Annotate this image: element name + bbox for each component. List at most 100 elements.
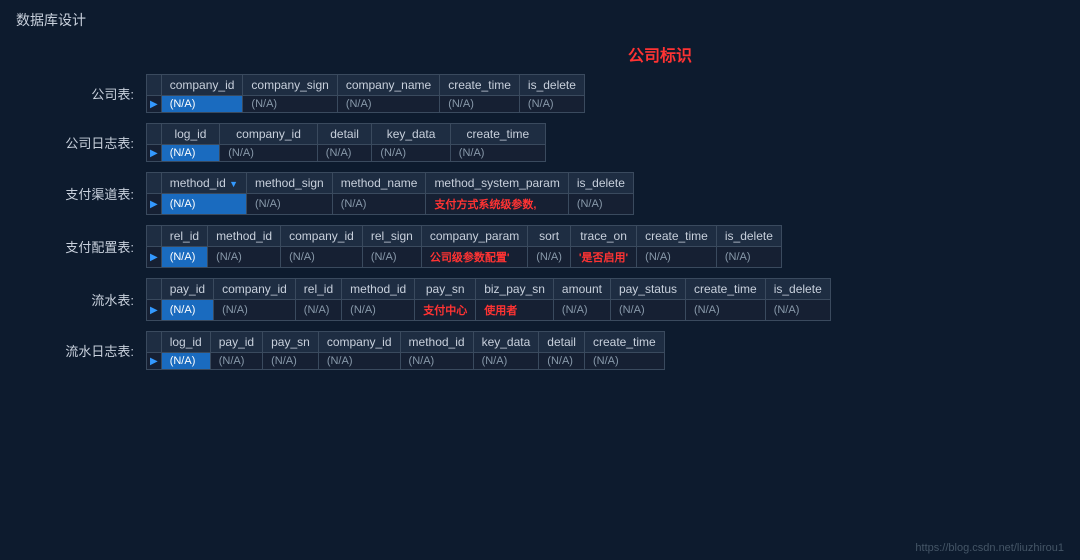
table-5: log_idpay_idpay_sncompany_idmethod_idkey…	[146, 331, 665, 370]
table-cell-5: 使用者	[476, 300, 554, 321]
table-1: log_idcompany_iddetailkey_datacreate_tim…	[146, 123, 546, 162]
col-header-8: create_time	[686, 279, 766, 300]
arrow-cell: ▶	[147, 145, 162, 162]
col-header-1: company_id	[220, 124, 318, 145]
table-cell-1: (N/A)	[214, 300, 296, 321]
table-cell-7: (N/A)	[610, 300, 685, 321]
table-label-3: 支付配置表:	[16, 237, 146, 256]
arrow-header	[147, 279, 162, 300]
col-header-6: amount	[553, 279, 610, 300]
col-header-2: company_name	[337, 75, 439, 96]
col-header-5: key_data	[473, 332, 539, 353]
col-header-4: create_time	[450, 124, 545, 145]
col-header-2: pay_sn	[263, 332, 319, 353]
col-header-1: pay_id	[210, 332, 262, 353]
table-cell-1: (N/A)	[210, 353, 262, 370]
table-label-0: 公司表:	[16, 84, 146, 103]
col-header-0: rel_id	[161, 226, 207, 247]
table-cell-1: (N/A)	[243, 96, 337, 113]
arrow-header	[147, 226, 162, 247]
col-header-8: is_delete	[716, 226, 781, 247]
table-section-3: 支付配置表:rel_idmethod_idcompany_idrel_signc…	[16, 225, 1064, 268]
col-header-0: company_id	[161, 75, 243, 96]
table-cell-0: (N/A)	[161, 300, 213, 321]
table-cell-3: 支付方式系统级参数,	[426, 194, 568, 215]
page-title: 数据库设计	[0, 0, 1080, 36]
col-header-4: pay_sn	[415, 279, 476, 300]
table-cell-1: (N/A)	[247, 194, 333, 215]
db-table-4: pay_idcompany_idrel_idmethod_idpay_snbiz…	[146, 278, 831, 321]
db-table-2: method_id ▼method_signmethod_namemethod_…	[146, 172, 634, 215]
col-header-4: company_param	[421, 226, 527, 247]
col-header-9: is_delete	[765, 279, 830, 300]
table-0: company_idcompany_signcompany_namecreate…	[146, 74, 585, 113]
table-label-5: 流水日志表:	[16, 341, 146, 360]
footer: https://blog.csdn.net/liuzhirou1	[915, 542, 1064, 554]
table-cell-4: 支付中心	[415, 300, 476, 321]
table-cell-0: (N/A)	[161, 96, 243, 113]
table-cell-8: (N/A)	[686, 300, 766, 321]
table-cell-5: (N/A)	[473, 353, 539, 370]
table-section-0: 公司表:company_idcompany_signcompany_namecr…	[16, 74, 1064, 113]
table-cell-7: (N/A)	[637, 247, 717, 268]
col-header-6: detail	[539, 332, 585, 353]
table-label-2: 支付渠道表:	[16, 184, 146, 203]
col-header-7: create_time	[637, 226, 717, 247]
col-header-2: method_name	[332, 173, 426, 194]
col-header-3: company_id	[318, 332, 400, 353]
table-cell-4: (N/A)	[568, 194, 633, 215]
db-table-3: rel_idmethod_idcompany_idrel_signcompany…	[146, 225, 782, 268]
db-table-1: log_idcompany_iddetailkey_datacreate_tim…	[146, 123, 546, 162]
table-cell-3: (N/A)	[318, 353, 400, 370]
table-cell-9: (N/A)	[765, 300, 830, 321]
col-header-5: biz_pay_sn	[476, 279, 554, 300]
col-header-0: method_id ▼	[161, 173, 246, 194]
col-header-3: rel_sign	[362, 226, 421, 247]
table-cell-3: (N/A)	[362, 247, 421, 268]
table-cell-4: (N/A)	[519, 96, 584, 113]
table-section-5: 流水日志表:log_idpay_idpay_sncompany_idmethod…	[16, 331, 1064, 370]
table-2: method_id ▼method_signmethod_namemethod_…	[146, 172, 634, 215]
table-cell-2: (N/A)	[332, 194, 426, 215]
col-header-1: method_sign	[247, 173, 333, 194]
col-header-4: is_delete	[519, 75, 584, 96]
table-label-4: 流水表:	[16, 290, 146, 309]
table-cell-7: (N/A)	[584, 353, 664, 370]
col-header-0: pay_id	[161, 279, 213, 300]
arrow-cell: ▶	[147, 96, 162, 113]
table-cell-6: '是否启用'	[570, 247, 636, 268]
table-section-4: 流水表:pay_idcompany_idrel_idmethod_idpay_s…	[16, 278, 1064, 321]
col-header-2: detail	[317, 124, 372, 145]
table-cell-4: 公司级参数配置'	[421, 247, 527, 268]
arrow-header	[147, 124, 162, 145]
table-4: pay_idcompany_idrel_idmethod_idpay_snbiz…	[146, 278, 831, 321]
arrow-header	[147, 332, 162, 353]
table-cell-4: (N/A)	[450, 145, 545, 162]
table-cell-4: (N/A)	[400, 353, 473, 370]
table-cell-2: (N/A)	[317, 145, 372, 162]
col-header-3: method_system_param	[426, 173, 568, 194]
center-label: 公司标识	[256, 42, 1064, 66]
col-header-0: log_id	[161, 124, 220, 145]
col-header-7: pay_status	[610, 279, 685, 300]
table-cell-5: (N/A)	[528, 247, 571, 268]
table-cell-6: (N/A)	[553, 300, 610, 321]
col-header-1: method_id	[208, 226, 281, 247]
col-header-2: rel_id	[295, 279, 341, 300]
table-cell-0: (N/A)	[161, 145, 220, 162]
table-section-1: 公司日志表:log_idcompany_iddetailkey_datacrea…	[16, 123, 1064, 162]
col-header-5: sort	[528, 226, 571, 247]
table-cell-0: (N/A)	[161, 194, 246, 215]
table-cell-3: (N/A)	[372, 145, 450, 162]
table-section-2: 支付渠道表:method_id ▼method_signmethod_namem…	[16, 172, 1064, 215]
table-cell-2: (N/A)	[281, 247, 363, 268]
col-header-4: is_delete	[568, 173, 633, 194]
table-label-1: 公司日志表:	[16, 133, 146, 152]
db-table-5: log_idpay_idpay_sncompany_idmethod_idkey…	[146, 331, 665, 370]
table-cell-1: (N/A)	[220, 145, 318, 162]
table-cell-3: (N/A)	[440, 96, 520, 113]
arrow-cell: ▶	[147, 353, 162, 370]
table-3: rel_idmethod_idcompany_idrel_signcompany…	[146, 225, 782, 268]
col-header-3: key_data	[372, 124, 450, 145]
table-cell-0: (N/A)	[161, 247, 207, 268]
